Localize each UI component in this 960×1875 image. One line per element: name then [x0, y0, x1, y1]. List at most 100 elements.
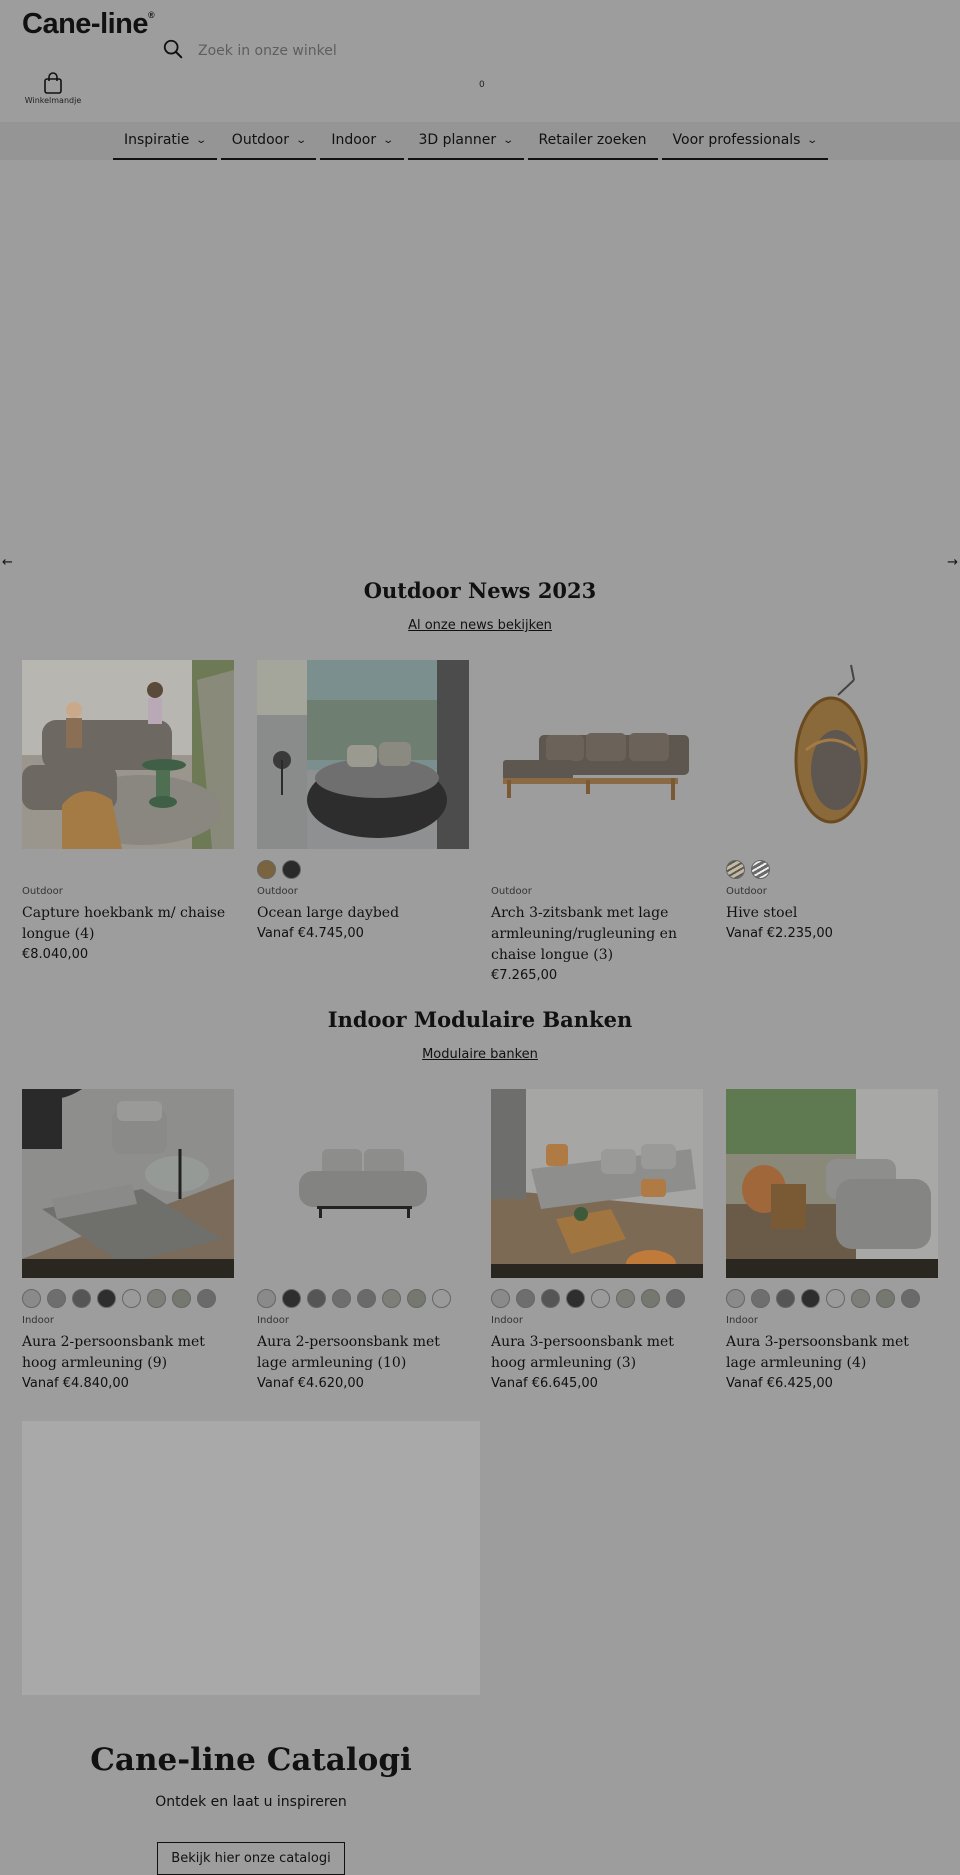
- product-image[interactable]: [22, 660, 234, 849]
- arrow-right-icon[interactable]: →: [947, 555, 958, 570]
- color-swatch[interactable]: [541, 1289, 560, 1308]
- color-swatch[interactable]: [616, 1289, 635, 1308]
- product-name[interactable]: Arch 3-zitsbank met lage armleuning/rugl…: [491, 903, 703, 966]
- site-header: Cane-line® Winkelmandje 0: [0, 0, 960, 122]
- color-swatch[interactable]: [726, 860, 745, 879]
- color-swatch[interactable]: [332, 1289, 351, 1308]
- color-swatch[interactable]: [407, 1289, 426, 1308]
- product-image[interactable]: [726, 660, 938, 849]
- color-swatch[interactable]: [257, 860, 276, 879]
- section-title-indoor: Indoor Modulaire Banken: [327, 1007, 633, 1032]
- nav-item-outdoor[interactable]: Outdoor ⌄: [220, 122, 317, 160]
- product-name[interactable]: Aura 2-persoonsbank met hoog armleuning …: [22, 1332, 234, 1374]
- color-swatch[interactable]: [491, 1289, 510, 1308]
- product-name[interactable]: Aura 2-persoonsbank met lage armleuning …: [257, 1332, 469, 1374]
- modulaire-banken-link[interactable]: Modulaire banken: [0, 1047, 960, 1062]
- product-price: Vanaf €4.620,00: [257, 1376, 364, 1391]
- product-card[interactable]: Indoor Aura 3-persoonsbank met hoog arml…: [491, 1089, 703, 1391]
- color-swatch[interactable]: [172, 1289, 191, 1308]
- color-swatch[interactable]: [776, 1289, 795, 1308]
- product-image[interactable]: [257, 660, 469, 849]
- color-swatch[interactable]: [382, 1289, 401, 1308]
- color-swatch[interactable]: [122, 1289, 141, 1308]
- product-image[interactable]: [257, 1089, 469, 1278]
- color-swatch[interactable]: [282, 860, 301, 879]
- color-swatch[interactable]: [22, 1289, 41, 1308]
- color-swatch[interactable]: [432, 1289, 451, 1308]
- product-card[interactable]: Indoor Aura 2-persoonsbank met hoog arml…: [22, 1089, 234, 1391]
- hero-carousel: [0, 160, 960, 560]
- nav-item-inspiratie[interactable]: Inspiratie ⌄: [113, 122, 217, 160]
- outdoor-news-link[interactable]: Al onze news bekijken: [0, 618, 960, 633]
- color-swatch[interactable]: [307, 1289, 326, 1308]
- search-input[interactable]: [198, 43, 558, 59]
- nav-item-voor-professionals[interactable]: Voor professionals ⌄: [661, 122, 828, 160]
- product-card[interactable]: Outdoor Capture hoekbank m/ chaise longu…: [22, 660, 234, 962]
- product-name[interactable]: Aura 3-persoonsbank met hoog armleuning …: [491, 1332, 703, 1374]
- arrow-left-icon[interactable]: ←: [2, 555, 13, 570]
- color-swatch[interactable]: [357, 1289, 376, 1308]
- product-name[interactable]: Aura 3-persoonsbank met lage armleuning …: [726, 1332, 938, 1374]
- product-card[interactable]: Outdoor Arch 3-zitsbank met lage armleun…: [491, 660, 703, 983]
- color-swatch[interactable]: [591, 1289, 610, 1308]
- cart-label: Winkelmandje: [24, 96, 82, 105]
- color-swatch[interactable]: [851, 1289, 870, 1308]
- product-card[interactable]: Indoor Aura 2-persoonsbank met lage arml…: [257, 1089, 469, 1391]
- product-image[interactable]: [491, 1089, 703, 1278]
- catalog-subtitle: Ontdek en laat u inspireren: [155, 1794, 347, 1810]
- color-swatch[interactable]: [726, 1289, 745, 1308]
- product-card[interactable]: Outdoor Hive stoel Vanaf €2.235,00: [726, 660, 938, 941]
- color-swatch[interactable]: [257, 1289, 276, 1308]
- search-bar: [162, 38, 558, 64]
- color-swatch[interactable]: [282, 1289, 301, 1308]
- color-swatch[interactable]: [641, 1289, 660, 1308]
- color-swatch[interactable]: [901, 1289, 920, 1308]
- color-swatch[interactable]: [666, 1289, 685, 1308]
- product-image[interactable]: [491, 660, 703, 849]
- product-price: €8.040,00: [22, 947, 89, 962]
- nav-item-retailer-zoeken[interactable]: Retailer zoeken: [527, 122, 658, 160]
- product-price: Vanaf €2.235,00: [726, 926, 833, 941]
- nav-item-3d-planner[interactable]: 3D planner ⌄: [407, 122, 524, 160]
- color-swatch[interactable]: [751, 860, 770, 879]
- chevron-down-icon: ⌄: [295, 134, 308, 146]
- logo[interactable]: Cane-line®: [22, 8, 155, 41]
- color-swatches: [726, 1289, 938, 1309]
- color-swatch[interactable]: [826, 1289, 845, 1308]
- nav-item-indoor[interactable]: Indoor ⌄: [320, 122, 404, 160]
- chevron-down-icon: ⌄: [806, 134, 819, 146]
- color-swatch[interactable]: [197, 1289, 216, 1308]
- product-image[interactable]: [22, 1089, 234, 1278]
- color-swatches: [491, 860, 703, 880]
- view-catalog-button[interactable]: Bekijk hier onze catalogi: [157, 1842, 345, 1875]
- color-swatch[interactable]: [147, 1289, 166, 1308]
- cart-button[interactable]: Winkelmandje: [24, 72, 82, 105]
- product-category: Indoor: [257, 1315, 289, 1326]
- color-swatches: [491, 1289, 703, 1309]
- chevron-down-icon: ⌄: [195, 134, 208, 146]
- product-name[interactable]: Ocean large daybed: [257, 903, 469, 924]
- color-swatch[interactable]: [801, 1289, 820, 1308]
- registered-mark: ®: [148, 10, 155, 20]
- product-price: €7.265,00: [491, 968, 558, 983]
- product-category: Outdoor: [257, 886, 298, 897]
- shopping-bag-icon: [24, 72, 82, 94]
- product-card[interactable]: Outdoor Ocean large daybed Vanaf €4.745,…: [257, 660, 469, 941]
- product-name[interactable]: Hive stoel: [726, 903, 938, 924]
- section-title-outdoor: Outdoor News 2023: [363, 578, 597, 603]
- search-icon[interactable]: [162, 38, 184, 64]
- color-swatch[interactable]: [516, 1289, 535, 1308]
- product-image[interactable]: [726, 1089, 938, 1278]
- color-swatch[interactable]: [876, 1289, 895, 1308]
- color-swatch[interactable]: [566, 1289, 585, 1308]
- color-swatch[interactable]: [72, 1289, 91, 1308]
- color-swatch[interactable]: [751, 1289, 770, 1308]
- product-price: Vanaf €4.840,00: [22, 1376, 129, 1391]
- product-name[interactable]: Capture hoekbank m/ chaise longue (4): [22, 903, 234, 945]
- color-swatch[interactable]: [47, 1289, 66, 1308]
- color-swatch[interactable]: [97, 1289, 116, 1308]
- nav-label: Outdoor: [231, 132, 289, 148]
- product-category: Indoor: [22, 1315, 54, 1326]
- product-card[interactable]: Indoor Aura 3-persoonsbank met lage arml…: [726, 1089, 938, 1391]
- product-category: Outdoor: [491, 886, 532, 897]
